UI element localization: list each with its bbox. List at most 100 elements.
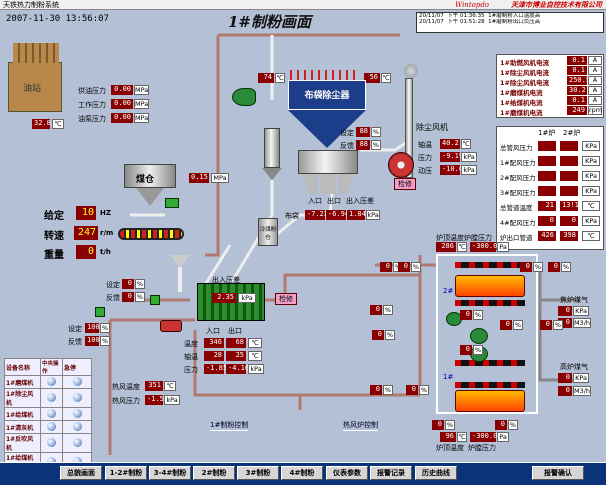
furnace1-value <box>538 141 556 151</box>
powder-bin: 冷煤粉仓 <box>258 218 278 246</box>
valve1-set-label: 设定 <box>106 281 120 289</box>
mill-motor-icon[interactable] <box>160 320 182 332</box>
menu-button[interactable]: 3-4#制粉 <box>149 466 191 480</box>
bag-hopper-tanks <box>298 150 358 174</box>
menu-button[interactable]: 总貌画面 <box>60 466 102 480</box>
emergency-stop-button[interactable] <box>72 437 82 447</box>
cyclone-press-value: 0.15 <box>189 173 209 183</box>
furnace1-value: 0 <box>538 216 556 226</box>
device-cell <box>62 388 92 408</box>
stove1-label: 1# <box>443 373 454 381</box>
cyclone-cone <box>262 168 282 180</box>
mill-control-link[interactable]: 1#制粉控制 <box>210 420 249 431</box>
mill-press-unit: kPa <box>248 364 264 374</box>
work-pressure-value: 0.00 <box>111 99 133 109</box>
mill-in-label: 入口 <box>206 327 220 335</box>
furnace-param-unit: KPa <box>582 186 600 196</box>
menu-button[interactable]: 1-2#制粉 <box>105 466 147 480</box>
device-ctrl-header: 中央操作 <box>40 358 63 376</box>
valve-opening-unit: % <box>411 262 421 272</box>
current-value: 250.5 <box>567 76 591 85</box>
central-op-button[interactable] <box>47 437 56 447</box>
emergency-stop-button[interactable] <box>72 392 82 402</box>
furnace-param-label: 3#配风压力 <box>500 189 536 197</box>
current-unit: rpm <box>588 106 603 115</box>
menu-button[interactable]: 历史曲线 <box>415 466 457 480</box>
central-op-button[interactable] <box>47 421 56 431</box>
bin-valve-icon[interactable] <box>165 198 179 208</box>
valve-opening-value: 0 <box>370 385 382 395</box>
valve-opening-unit: % <box>383 385 393 395</box>
emergency-stop-button[interactable] <box>72 376 82 386</box>
emergency-stop-button[interactable] <box>72 421 82 431</box>
menu-button[interactable]: 4#制粉 <box>281 466 323 480</box>
bag-filter[interactable]: 布袋除尘器 <box>288 80 366 110</box>
furnace-param-unit: KPa <box>582 171 600 181</box>
furnace-param-label: 4#配风压力 <box>500 219 536 227</box>
mill-temp-label: 温度 <box>184 340 198 348</box>
mill-shaft-out: 25 <box>226 351 246 361</box>
menu-button[interactable]: 报警记录 <box>370 466 412 480</box>
mill-shaft-label: 轴温 <box>184 353 198 361</box>
valve-opening-value: 0 <box>540 320 552 330</box>
menu-button[interactable]: 2#制粉 <box>193 466 235 480</box>
mill-diff-unit: kPa <box>238 293 256 303</box>
feeder-set-value[interactable]: 10 <box>76 206 96 220</box>
exhaust-shaft-unit: ℃ <box>461 139 471 149</box>
device-name: 1#反吹风机 <box>4 433 41 453</box>
burner-row <box>455 300 525 306</box>
device-row: 1#清灰机 <box>4 420 92 434</box>
exhaust-repair-button[interactable]: 检修 <box>394 178 416 190</box>
central-op-button[interactable] <box>47 392 56 402</box>
menu-button[interactable]: 3#制粉 <box>237 466 279 480</box>
valve2-fb-label: 反馈 <box>68 338 82 346</box>
blast-gas-flow-unit: M3/h <box>573 386 591 396</box>
hopper-cones <box>302 174 354 194</box>
bag-set-value[interactable]: 88 <box>356 127 370 137</box>
combustion-fan-icon[interactable] <box>470 328 488 344</box>
feeder-speed-unit: r/m <box>100 229 114 237</box>
hot-air-control-link[interactable]: 热风炉控制 <box>343 420 378 431</box>
mill-temp-in: 346 <box>204 338 224 348</box>
device-row: 1#给煤机 <box>4 407 92 421</box>
exhaust-motor-unit: kPa <box>461 165 477 175</box>
mill-repair-button[interactable]: 检修 <box>275 293 297 305</box>
coke-gas-press-unit: KPa <box>573 306 589 316</box>
supply-pressure-label: 供油压力 <box>78 87 106 95</box>
exhaust-fan-icon[interactable] <box>388 152 414 178</box>
feeder-weight-unit: t/h <box>100 248 111 256</box>
valve-icon[interactable] <box>150 295 160 305</box>
current-label: 1#磨煤机电流 <box>500 109 543 117</box>
valve-opening-unit: % <box>533 262 543 272</box>
mill-shaft-in: 28 <box>204 351 224 361</box>
hot-air-temp-value: 351 <box>145 381 163 391</box>
mill-press-label: 压力 <box>184 366 198 374</box>
primary-fan-icon[interactable] <box>232 88 256 106</box>
hot-air-press-value: -1.5 <box>145 395 164 405</box>
alarm-confirm-button[interactable]: 报警确认 <box>532 466 584 480</box>
current-value: 0.1 <box>567 96 587 105</box>
bag-out-label: 出口 <box>327 197 341 205</box>
oil-station-label: 油站 <box>23 84 42 94</box>
blast-gas-press: 0 <box>558 373 572 383</box>
bag-out-value: -6.94 <box>326 210 350 220</box>
valve2-set-value[interactable]: 100 <box>85 323 100 333</box>
bag-diff-value: 1.84 <box>347 210 366 220</box>
valve-opening-value: 0 <box>372 330 384 340</box>
central-op-button[interactable] <box>47 376 56 386</box>
stove-top-temp-unit: ℃ <box>457 242 467 252</box>
valve-icon[interactable] <box>95 307 105 317</box>
valve1-set-value[interactable]: 0 <box>122 279 134 289</box>
coal-feeder-belt[interactable] <box>118 228 184 240</box>
emergency-stop-button[interactable] <box>72 408 82 418</box>
coke-gas-label: 焦炉煤气 <box>560 296 588 304</box>
menu-button[interactable]: 仪表参数 <box>326 466 368 480</box>
valve-opening-value: 0 <box>370 305 382 315</box>
valve-opening-value: 0 <box>398 262 410 272</box>
furnace1-value: 21 <box>538 201 556 211</box>
current-unit: A <box>588 76 602 85</box>
stove2-label: 2# <box>443 287 454 295</box>
current-unit: A <box>588 86 602 95</box>
valve2-fb-value: 100 <box>85 336 100 346</box>
central-op-button[interactable] <box>47 408 56 418</box>
